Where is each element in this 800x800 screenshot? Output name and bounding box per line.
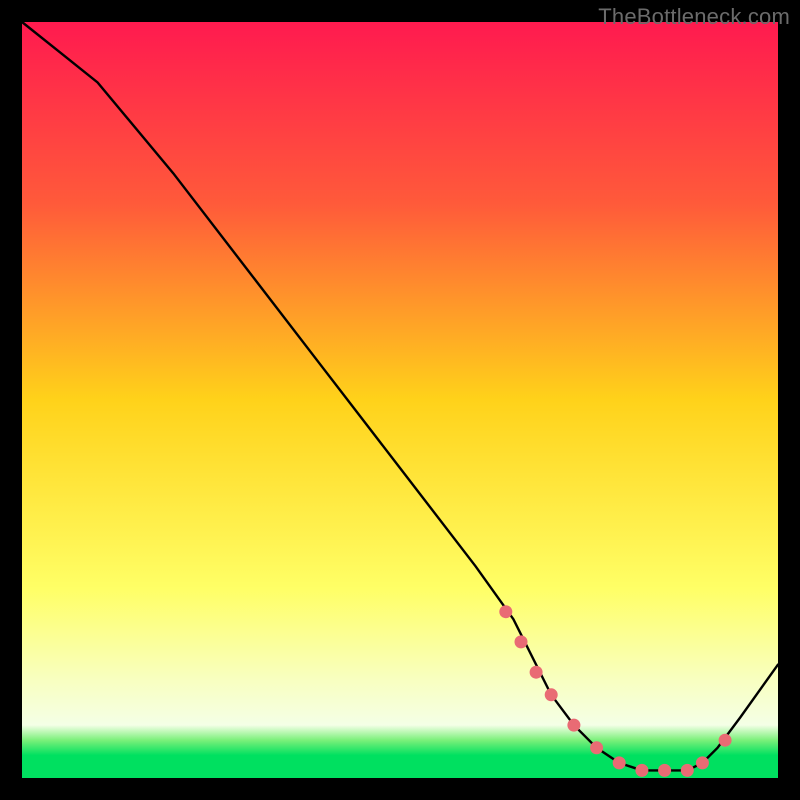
marker-group (499, 605, 731, 777)
marker-dot (658, 764, 671, 777)
marker-dot (530, 666, 543, 679)
marker-dot (515, 635, 528, 648)
plot-area (22, 22, 778, 778)
marker-dot (719, 734, 732, 747)
marker-dot (635, 764, 648, 777)
watermark-text: TheBottleneck.com (598, 4, 790, 30)
chart-frame: TheBottleneck.com (0, 0, 800, 800)
marker-dot (696, 756, 709, 769)
marker-dot (681, 764, 694, 777)
marker-dot (499, 605, 512, 618)
marker-dot (590, 741, 603, 754)
marker-dot (545, 688, 558, 701)
marker-dot (613, 756, 626, 769)
chart-svg (22, 22, 778, 778)
curve-line (22, 22, 778, 770)
marker-dot (567, 719, 580, 732)
